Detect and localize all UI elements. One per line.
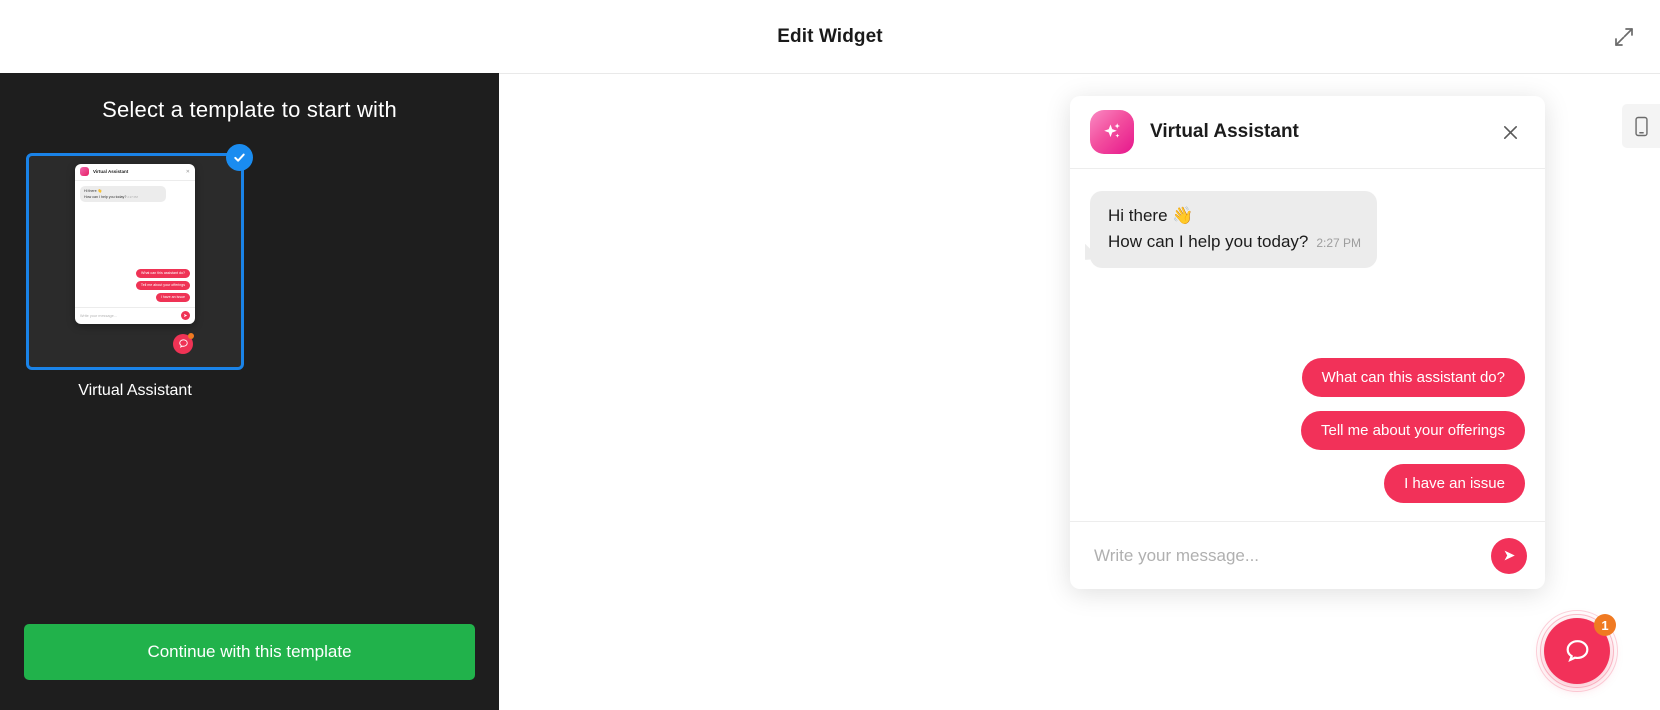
top-bar: Edit Widget	[0, 0, 1660, 73]
send-icon	[181, 311, 190, 320]
thumbnail-input-placeholder: Write your message...	[80, 313, 117, 318]
thumbnail-bot-time: 2:27 PM	[127, 194, 138, 199]
thumbnail-bot-line-2: How can I help you today?	[84, 194, 127, 199]
close-icon: ✕	[185, 168, 190, 175]
thumbnail-input-row: Write your message...	[75, 306, 195, 324]
bot-message-line-2: How can I help you today?	[1108, 232, 1309, 252]
sparkle-icon	[1090, 110, 1134, 154]
template-item: Virtual Assistant ✕ Hi there 👋 How can I…	[26, 144, 253, 400]
expand-diagonal-icon[interactable]	[1604, 17, 1644, 57]
thumbnail-widget-header: Virtual Assistant ✕	[75, 164, 195, 181]
send-icon	[1504, 550, 1515, 561]
thumbnail-widget: Virtual Assistant ✕ Hi there 👋 How can I…	[75, 163, 195, 324]
message-input[interactable]	[1094, 545, 1491, 566]
thumbnail-bot-line-1: Hi there 👋	[84, 188, 103, 193]
launcher-unread-badge: 1	[1594, 614, 1616, 636]
template-grid: Virtual Assistant ✕ Hi there 👋 How can I…	[24, 144, 475, 400]
quick-reply-tell-me-about-your-offerings[interactable]: Tell me about your offerings	[1301, 411, 1525, 450]
page-title: Edit Widget	[777, 25, 883, 47]
chat-widget: Virtual Assistant Hi there 👋 How can I h…	[1070, 96, 1545, 589]
chat-bubble-icon	[173, 332, 194, 354]
chat-message-list: Hi there 👋 How can I help you today? 2:27…	[1070, 169, 1545, 521]
bot-message-timestamp: 2:27 PM	[1316, 236, 1362, 251]
thumbnail-quick-reply: What can this assistant do?	[136, 268, 190, 278]
quick-reply-what-can-this-assistant-do[interactable]: What can this assistant do?	[1301, 358, 1525, 397]
template-list-region: Select a template to start with Virtual …	[0, 73, 499, 606]
chat-widget-title: Virtual Assistant	[1150, 121, 1299, 142]
bot-message-bubble: Hi there 👋 How can I help you today? 2:27…	[1090, 191, 1378, 268]
check-icon	[226, 144, 253, 171]
continue-with-template-button[interactable]: Continue with this template	[24, 624, 475, 680]
template-thumbnail: Virtual Assistant ✕ Hi there 👋 How can I…	[75, 163, 195, 354]
template-sidebar: Select a template to start with Virtual …	[0, 73, 499, 710]
thumbnail-launcher-badge	[188, 332, 194, 339]
sidebar-heading: Select a template to start with	[102, 97, 397, 122]
chat-bubble-icon	[1566, 639, 1588, 662]
thumbnail-bot-bubble: Hi there 👋 How can I help you today? 2:2…	[80, 185, 166, 202]
mobile-icon[interactable]	[1622, 104, 1660, 148]
thumbnail-widget-title: Virtual Assistant	[93, 169, 129, 174]
sidebar-footer: Continue with this template	[0, 606, 499, 710]
thumbnail-quick-replies: What can this assistant do? Tell me abou…	[135, 268, 190, 302]
chat-launcher: 1	[1536, 610, 1618, 692]
thumbnail-quick-reply: Tell me about your offerings	[135, 280, 190, 290]
quick-reply-list: What can this assistant do? Tell me abou…	[1301, 358, 1525, 503]
thumbnail-widget-body: Hi there 👋 How can I help you today? 2:2…	[75, 181, 195, 307]
template-card-virtual-assistant[interactable]: Virtual Assistant ✕ Hi there 👋 How can I…	[26, 144, 253, 370]
sparkle-icon	[80, 167, 89, 176]
chat-input-row	[1070, 521, 1545, 589]
send-button[interactable]	[1491, 537, 1527, 574]
quick-reply-i-have-an-issue[interactable]: I have an issue	[1384, 464, 1525, 503]
close-icon[interactable]	[1495, 117, 1525, 147]
widget-preview-area: Virtual Assistant Hi there 👋 How can I h…	[499, 73, 1660, 710]
chat-widget-header: Virtual Assistant	[1070, 96, 1545, 169]
thumbnail-quick-reply: I have an issue	[155, 292, 190, 302]
bot-message-line-1: Hi there 👋	[1108, 206, 1194, 225]
template-label: Virtual Assistant	[78, 382, 192, 399]
